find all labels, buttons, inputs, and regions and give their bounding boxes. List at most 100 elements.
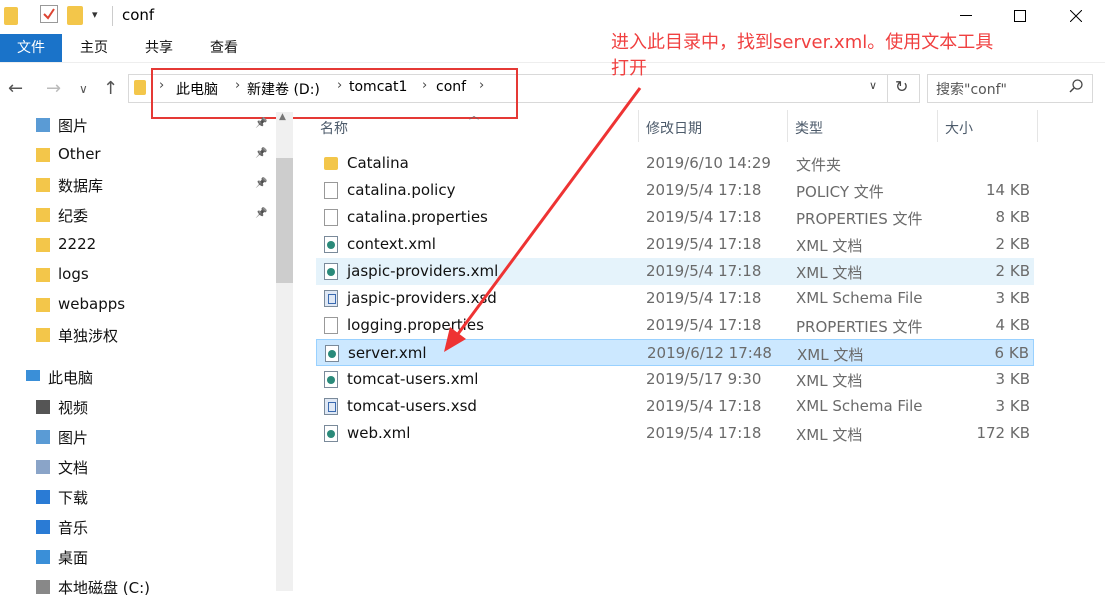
sidebar-item-label: 此电脑 — [48, 369, 94, 387]
pictures-icon — [36, 118, 50, 132]
back-arrow-icon[interactable]: ← — [8, 78, 23, 99]
file-size: 3 KB — [995, 370, 1030, 388]
sidebar-item-quick[interactable]: 纪委 📌 — [0, 200, 275, 230]
file-type: 文件夹 — [796, 156, 842, 174]
xml-file-icon — [324, 236, 338, 253]
file-name: web.xml — [347, 424, 411, 442]
annotation-line-1: 进入此目录中，找到server.xml。使用文本工具 — [611, 32, 994, 53]
sidebar-item-pc[interactable]: 桌面 — [0, 542, 275, 572]
videos-icon — [36, 400, 50, 414]
tab-view[interactable]: 查看 — [210, 34, 238, 62]
file-row[interactable]: tomcat-users.xsd 2019/5/4 17:18 XML Schema… — [316, 393, 1034, 420]
file-row[interactable]: server.xml 2019/6/12 17:48 XML 文档 6 KB — [316, 339, 1034, 366]
file-row[interactable]: tomcat-users.xml 2019/5/17 9:30 XML 文档 3 KB — [316, 366, 1034, 393]
properties-icon[interactable] — [40, 5, 58, 23]
tab-share[interactable]: 共享 — [145, 34, 173, 62]
drive-icon — [36, 580, 50, 594]
sidebar-item-pc[interactable]: 视频 — [0, 392, 275, 422]
column-divider[interactable] — [1037, 110, 1038, 142]
forward-arrow-icon[interactable]: → — [46, 78, 61, 99]
file-row[interactable]: catalina.properties 2019/5/4 17:18 PROPERT… — [316, 204, 1034, 231]
close-button[interactable] — [1053, 0, 1099, 32]
xml-file-icon — [324, 425, 338, 442]
pictures-icon — [36, 430, 50, 444]
annotation-line-2: 打开 — [611, 58, 647, 79]
sidebar-item-quick[interactable]: Other 📌 — [0, 140, 275, 170]
sidebar-item-quick[interactable]: 单独涉权 — [0, 320, 275, 350]
pin-icon[interactable]: 📌 — [255, 148, 267, 159]
file-type: XML 文档 — [796, 426, 863, 444]
file-name: tomcat-users.xml — [347, 370, 479, 388]
annotation-arrow-head — [444, 327, 466, 352]
file-row[interactable]: jaspic-providers.xml 2019/5/4 17:18 XML 文档… — [316, 258, 1034, 285]
sidebar-item-quick[interactable]: webapps — [0, 290, 275, 320]
file-type: XML Schema File — [796, 289, 923, 307]
sidebar-item-quick[interactable]: logs — [0, 260, 275, 290]
sidebar-item-pc[interactable]: 音乐 — [0, 512, 275, 542]
file-name: server.xml — [348, 344, 427, 362]
minimize-button[interactable] — [943, 0, 989, 32]
annotation-arrow-line — [450, 87, 642, 343]
sidebar-item-label: 本地磁盘 (C:) — [58, 579, 150, 597]
sidebar-item-this-pc[interactable]: 此电脑 — [0, 362, 275, 392]
file-size: 3 KB — [995, 289, 1030, 307]
sidebar-item-pc[interactable]: 下载 — [0, 482, 275, 512]
file-modified-date: 2019/5/4 17:18 — [646, 289, 762, 307]
recent-locations-icon[interactable]: ∨ — [79, 82, 88, 96]
file-size: 8 KB — [995, 208, 1030, 226]
xml-file-icon — [325, 345, 339, 362]
pin-icon[interactable]: 📌 — [255, 178, 267, 189]
column-header-date[interactable]: 修改日期 — [646, 118, 702, 138]
file-row[interactable]: jaspic-providers.xsd 2019/5/4 17:18 XML Sc… — [316, 285, 1034, 312]
file-row[interactable]: context.xml 2019/5/4 17:18 XML 文档 2 KB — [316, 231, 1034, 258]
file-modified-date: 2019/5/4 17:18 — [646, 181, 762, 199]
tab-file[interactable]: 文件 — [0, 34, 62, 62]
chevron-down-icon[interactable]: ▾ — [92, 8, 108, 24]
file-row[interactable]: catalina.policy 2019/5/4 17:18 POLICY 文件 14… — [316, 177, 1034, 204]
file-size: 4 KB — [995, 316, 1030, 334]
sidebar-item-label: Other — [58, 145, 101, 163]
file-type: XML Schema File — [796, 397, 923, 415]
sidebar-item-label: 纪委 — [58, 207, 89, 225]
column-divider[interactable] — [937, 110, 938, 142]
column-divider[interactable] — [787, 110, 788, 142]
file-row[interactable]: web.xml 2019/5/4 17:18 XML 文档 172 KB — [316, 420, 1034, 447]
pin-icon[interactable]: 📌 — [255, 118, 267, 129]
file-row[interactable]: Catalina 2019/6/10 14:29 文件夹 — [316, 150, 1034, 177]
column-header-name[interactable]: 名称 — [320, 118, 348, 138]
maximize-button[interactable] — [997, 0, 1043, 32]
file-type: POLICY 文件 — [796, 183, 884, 201]
up-arrow-icon[interactable]: ↑ — [103, 78, 118, 99]
annotation-arrow — [444, 87, 642, 352]
documents-icon — [36, 460, 50, 474]
sidebar-item-pc[interactable]: 本地磁盘 (C:) — [0, 572, 275, 602]
search-placeholder: 搜索"conf" — [936, 82, 1007, 98]
file-type: PROPERTIES 文件 — [796, 210, 923, 228]
folder-icon — [134, 80, 146, 95]
window-title: conf — [122, 6, 155, 24]
file-type: XML 文档 — [796, 264, 863, 282]
xml-file-icon — [324, 371, 338, 388]
sidebar-item-label: 图片 — [58, 117, 89, 135]
file-modified-date: 2019/5/4 17:18 — [646, 397, 762, 415]
column-header-size[interactable]: 大小 — [945, 118, 973, 138]
file-name: Catalina — [347, 154, 409, 172]
scroll-up-icon[interactable]: ▲ — [279, 112, 286, 122]
sidebar-item-label: 视频 — [58, 399, 89, 417]
folder-icon — [36, 238, 50, 252]
tab-home[interactable]: 主页 — [80, 34, 108, 62]
column-header-type[interactable]: 类型 — [795, 118, 823, 138]
sidebar-scrollbar-thumb[interactable] — [276, 158, 293, 283]
sidebar-item-quick[interactable]: 图片 📌 — [0, 110, 275, 140]
pin-icon[interactable]: 📌 — [255, 208, 267, 219]
sidebar-item-quick[interactable]: 数据库 📌 — [0, 170, 275, 200]
file-type: XML 文档 — [796, 372, 863, 390]
sidebar-item-label: webapps — [58, 295, 126, 313]
sidebar-item-pc[interactable]: 文档 — [0, 452, 275, 482]
file-name: context.xml — [347, 235, 436, 253]
file-row[interactable]: logging.properties 2019/5/4 17:18 PROPERTI… — [316, 312, 1034, 339]
new-folder-icon[interactable] — [67, 6, 83, 25]
sidebar-item-pc[interactable]: 图片 — [0, 422, 275, 452]
file-file-icon — [324, 317, 338, 334]
sidebar-item-quick[interactable]: 2222 — [0, 230, 275, 260]
